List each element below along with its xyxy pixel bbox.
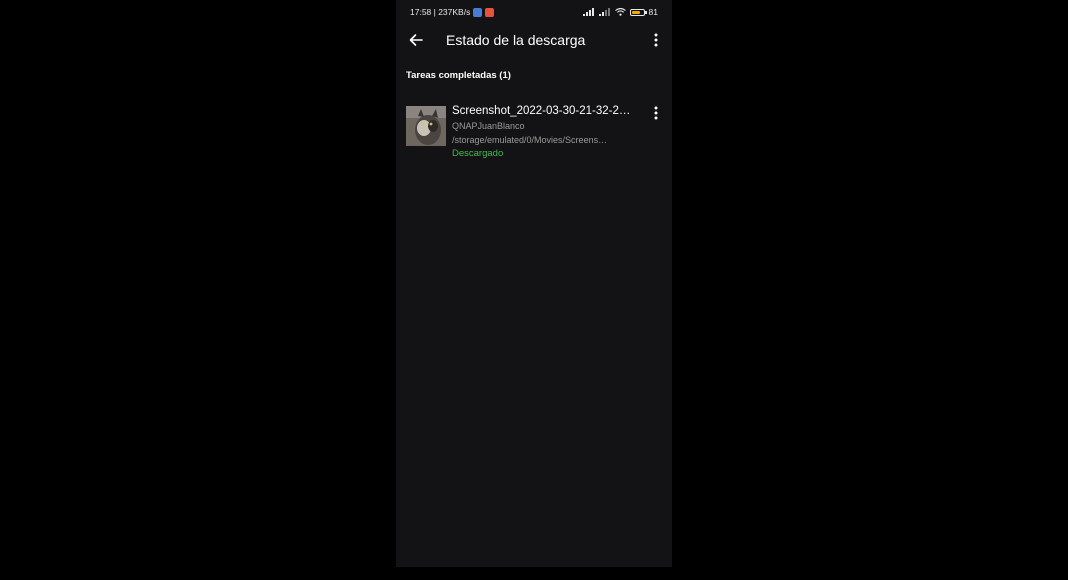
back-button[interactable] — [406, 30, 426, 50]
arrow-back-icon — [409, 34, 423, 46]
app-notification-icon — [473, 7, 483, 17]
more-vert-icon — [654, 33, 658, 47]
download-source: QNAPJuanBlanco — [452, 121, 525, 131]
status-right: 81 — [582, 7, 658, 17]
signal-icon — [582, 8, 594, 16]
page-title: Estado de la descarga — [446, 32, 586, 48]
cat-thumbnail — [406, 106, 446, 146]
battery-icon — [629, 8, 647, 16]
download-item[interactable]: Screenshot_2022-03-30-21-32-2… QNAPJuanB… — [396, 100, 672, 164]
download-info: Screenshot_2022-03-30-21-32-2… QNAPJuanB… — [452, 104, 632, 160]
completed-tasks-header: Tareas completadas (1) — [406, 70, 511, 81]
more-options-button[interactable] — [650, 30, 662, 50]
battery-level — [631, 10, 641, 14]
status-bar: 17:58 | 237KB/s 81 — [396, 0, 672, 24]
battery-percent: 81 — [648, 7, 658, 17]
download-thumbnail — [406, 106, 446, 146]
download-title: Screenshot_2022-03-30-21-32-2… — [452, 105, 631, 117]
wifi-icon — [614, 8, 626, 16]
phone-screen: 17:58 | 237KB/s 81 Estado de la descarga… — [396, 0, 672, 567]
recording-icon — [485, 7, 495, 17]
download-path: /storage/emulated/0/Movies/Screens… — [452, 135, 608, 145]
status-time-speed: 17:58 | 237KB/s — [410, 7, 471, 17]
item-more-button[interactable] — [650, 104, 662, 122]
status-left: 17:58 | 237KB/s — [410, 7, 495, 17]
more-vert-icon — [654, 106, 658, 120]
download-status: Descargado — [452, 148, 504, 159]
app-bar: Estado de la descarga — [396, 26, 672, 54]
signal-icon — [598, 8, 610, 16]
